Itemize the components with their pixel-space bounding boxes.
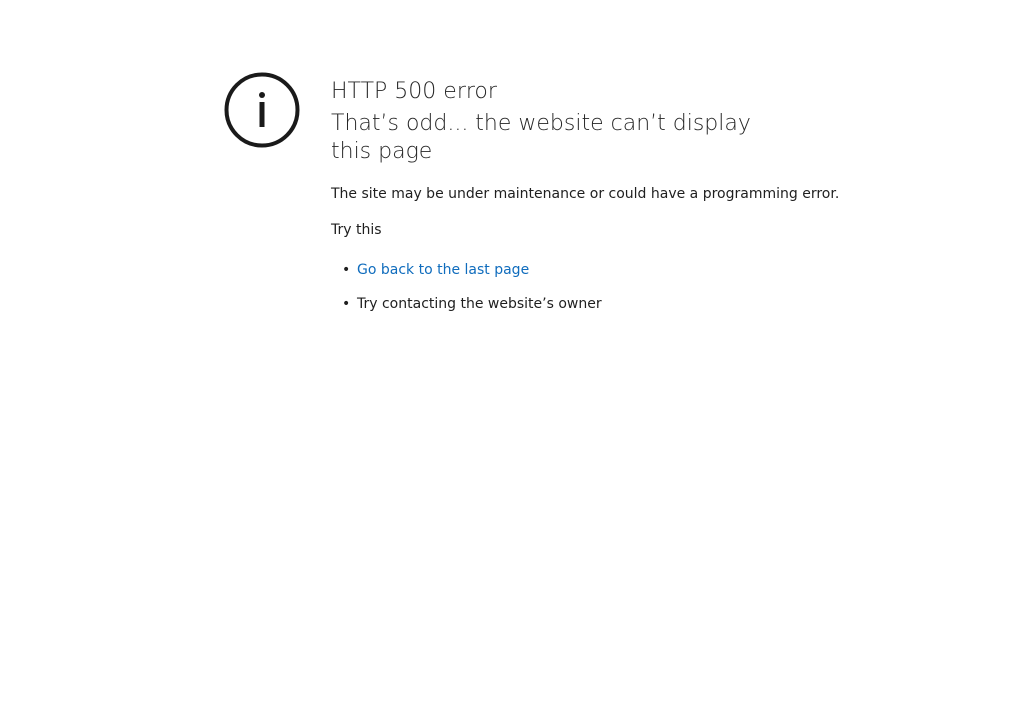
- error-description: The site may be under maintenance or cou…: [331, 186, 840, 202]
- suggestion-go-back: • Go back to the last page: [331, 260, 831, 280]
- bullet-icon: •: [342, 296, 351, 312]
- go-back-link[interactable]: Go back to the last page: [357, 262, 529, 278]
- error-page: HTTP 500 error That’s odd... the website…: [0, 0, 1028, 704]
- contact-owner-text: Try contacting the website’s owner: [357, 296, 602, 312]
- info-circle-icon: [224, 72, 300, 148]
- error-code-title: HTTP 500 error: [331, 79, 497, 104]
- error-headline: That’s odd... the website can’t display …: [331, 111, 751, 164]
- bullet-icon: •: [342, 262, 351, 278]
- suggestion-contact-owner: • Try contacting the website’s owner: [331, 294, 831, 314]
- error-content: HTTP 500 error That’s odd... the website…: [331, 78, 840, 328]
- suggestion-list: • Go back to the last page • Try contact…: [331, 260, 831, 314]
- try-this-label: Try this: [331, 222, 382, 238]
